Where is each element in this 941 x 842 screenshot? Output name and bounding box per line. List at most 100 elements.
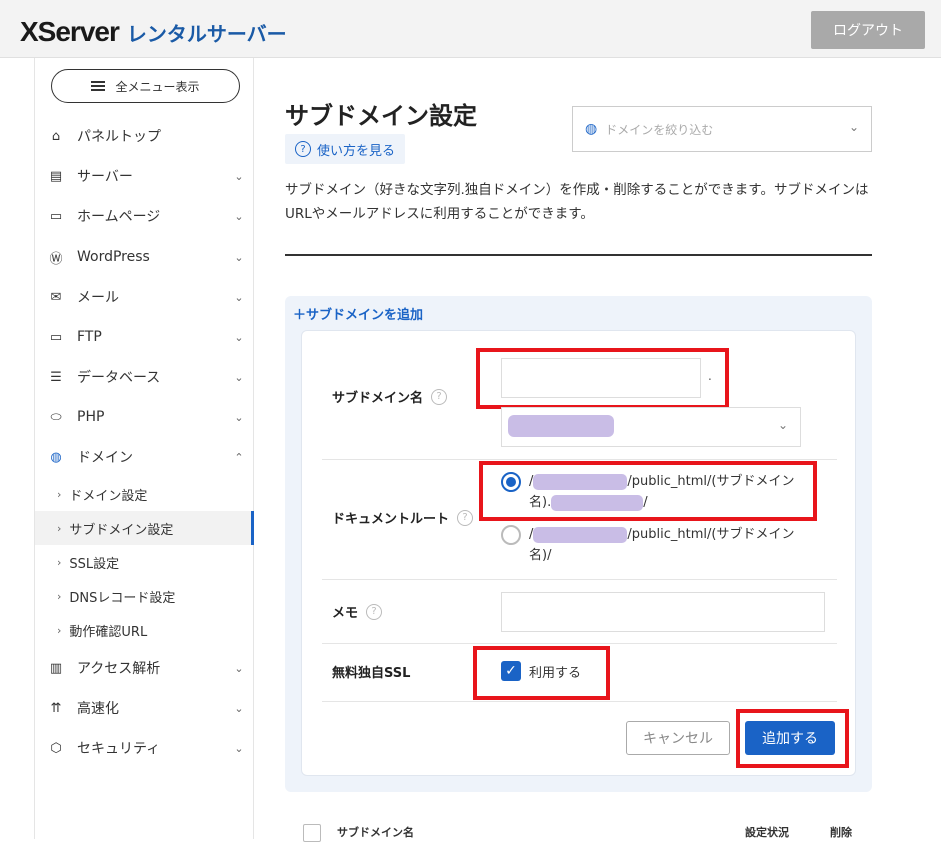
redacted-account (533, 526, 628, 543)
sidebar-item-label: アクセス解析 (77, 661, 161, 677)
sidebar-item-label: ホームページ (77, 209, 161, 225)
sidebar-subitem-label: DNSレコード設定 (69, 590, 176, 606)
globe-icon: ◍ (585, 121, 598, 137)
docroot-option-2-line2: 名)/ (529, 548, 552, 563)
highlight-box-docroot (479, 461, 817, 521)
xserver-logo[interactable]: XServer レンタルサーバー (20, 16, 287, 48)
chevron-down-icon: ⌄ (234, 330, 244, 344)
help-icon[interactable]: ? (431, 388, 448, 405)
table-header-delete: 削除 (830, 826, 852, 839)
sidebar-subitem-domain-settings[interactable]: › ドメイン設定 (35, 477, 254, 511)
row-divider (322, 459, 837, 460)
subdomain-name-label: サブドメイン名 ? (332, 387, 448, 406)
row-divider (322, 579, 837, 580)
table-header-subdomain: サブドメイン名 (337, 826, 414, 839)
chevron-down-icon: ⌄ (234, 701, 244, 715)
globe-icon: ◍ (50, 449, 62, 465)
table-header-status: 設定状況 (745, 826, 789, 839)
memo-input[interactable] (501, 592, 825, 632)
document-root-label: ドキュメントルート ? (332, 508, 474, 527)
cancel-button[interactable]: キャンセル (626, 721, 730, 755)
chart-icon: ▥ (49, 660, 63, 676)
select-all-checkbox[interactable] (303, 824, 321, 842)
sidebar-item-label: FTP (77, 329, 102, 345)
chevron-down-icon: ⌄ (777, 418, 788, 432)
add-subdomain-toggle[interactable]: ＋サブドメインを追加 (293, 304, 423, 323)
chevron-down-icon: ⌄ (234, 290, 244, 304)
highlight-box-subdomain (476, 348, 729, 409)
free-ssl-label: 無料独自SSL (332, 662, 410, 681)
sidebar-item-database[interactable]: ☰ データベース ⌄ (35, 360, 254, 394)
question-icon: ? (295, 141, 311, 157)
sidebar-subitem-ssl-settings[interactable]: › SSL設定 (35, 545, 254, 579)
sidebar-item-label: 高速化 (77, 701, 119, 717)
free-ssl-label-text: 無料独自SSL (332, 666, 411, 681)
sidebar-subitem-label: SSL設定 (69, 556, 120, 572)
chevron-down-icon: ⌄ (234, 209, 244, 223)
sidebar-subitem-test-url[interactable]: › 動作確認URL (35, 613, 254, 647)
speed-icon: ⇈ (50, 700, 62, 716)
logo-sub-text: レンタルサーバー (126, 24, 287, 46)
all-menu-button[interactable]: 全メニュー表示 (51, 69, 240, 103)
chevron-down-icon: ⌄ (234, 741, 244, 755)
domain-filter-select[interactable]: ◍ ドメインを絞り込む ⌄ (572, 106, 872, 152)
logout-button[interactable]: ログアウト (811, 11, 925, 49)
document-root-label-text: ドキュメントルート (332, 512, 450, 527)
sidebar-item-panel-top[interactable]: ⌂ パネルトップ (35, 119, 254, 153)
chevron-right-icon: › (57, 623, 62, 637)
chevron-right-icon: › (57, 589, 62, 603)
sidebar-item-label: メール (77, 290, 119, 306)
divider (285, 254, 872, 256)
chevron-down-icon: ⌄ (234, 661, 244, 675)
home-icon: ⌂ (51, 128, 61, 144)
sidebar-subitem-label: サブドメイン設定 (69, 522, 174, 538)
sidebar-subitem-dns-records[interactable]: › DNSレコード設定 (35, 579, 254, 613)
sidebar-item-speedup[interactable]: ⇈ 高速化 ⌄ (35, 691, 254, 725)
help-icon[interactable]: ? (366, 603, 383, 620)
sidebar-item-server[interactable]: ▤ サーバー ⌄ (35, 159, 254, 193)
sidebar-subitem-label: ドメイン設定 (69, 488, 148, 504)
docroot-option-2-path: /public_html/(サブドメイン (627, 527, 795, 542)
highlight-box-ssl (473, 646, 610, 700)
sidebar-item-label: データベース (77, 370, 161, 386)
page-title: サブドメイン設定 (285, 102, 477, 130)
top-header: XServer レンタルサーバー ログアウト (0, 0, 941, 58)
docroot-radio-option-2[interactable] (501, 525, 521, 545)
sidebar-subitem-label: 動作確認URL (69, 624, 148, 640)
help-button[interactable]: ? 使い方を見る (285, 134, 406, 164)
monitor-icon: ▭ (49, 329, 63, 345)
sidebar-item-ftp[interactable]: ▭ FTP ⌄ (35, 320, 254, 354)
row-divider (322, 701, 837, 702)
sidebar-item-homepage[interactable]: ▭ ホームページ ⌄ (35, 199, 254, 233)
sidebar-subitem-subdomain-settings[interactable]: › サブドメイン設定 (35, 511, 254, 545)
chevron-down-icon: ⌄ (234, 169, 244, 183)
sidebar-item-label: セキュリティ (77, 741, 161, 757)
chevron-down-icon: ⌄ (848, 120, 859, 134)
chevron-down-icon: ⌄ (234, 250, 244, 264)
sidebar-item-security[interactable]: ⬡ セキュリティ ⌄ (35, 731, 254, 765)
docroot-option-2-text: //public_html/(サブドメイン 名)/ (529, 524, 809, 566)
sidebar-item-mail[interactable]: ✉ メール ⌄ (35, 280, 254, 314)
add-subdomain-panel: ＋サブドメインを追加 サブドメイン名 ? . ⌄ ドキュメントルート ? // (285, 296, 872, 792)
sidebar-item-wordpress[interactable]: Ⓦ WordPress ⌄ (35, 240, 254, 274)
server-icon: ▤ (49, 168, 63, 184)
wordpress-icon: Ⓦ (49, 251, 63, 267)
chevron-down-icon: ⌄ (234, 370, 244, 384)
subdomain-name-label-text: サブドメイン名 (332, 391, 424, 406)
sidebar: 全メニュー表示 ⌂ パネルトップ ▤ サーバー ⌄ ▭ ホームページ ⌄ Ⓦ W… (34, 58, 254, 839)
chevron-right-icon: › (57, 487, 62, 501)
hamburger-icon (91, 81, 106, 91)
php-icon: ⬭ (50, 409, 62, 425)
sidebar-item-domain[interactable]: ◍ ドメイン ⌃ (35, 440, 254, 474)
all-menu-label: 全メニュー表示 (115, 79, 200, 94)
domain-select[interactable]: ⌄ (501, 407, 801, 447)
help-icon[interactable]: ? (457, 509, 474, 526)
sidebar-item-php[interactable]: ⬭ PHP ⌄ (35, 400, 254, 434)
sidebar-item-label: パネルトップ (77, 129, 161, 145)
filter-placeholder: ドメインを絞り込む (605, 122, 714, 137)
redacted-domain (508, 415, 614, 437)
sidebar-item-access-analysis[interactable]: ▥ アクセス解析 ⌄ (35, 651, 254, 685)
sidebar-item-label: WordPress (77, 249, 150, 265)
chevron-right-icon: › (57, 521, 62, 535)
sidebar-item-label: サーバー (77, 169, 133, 185)
